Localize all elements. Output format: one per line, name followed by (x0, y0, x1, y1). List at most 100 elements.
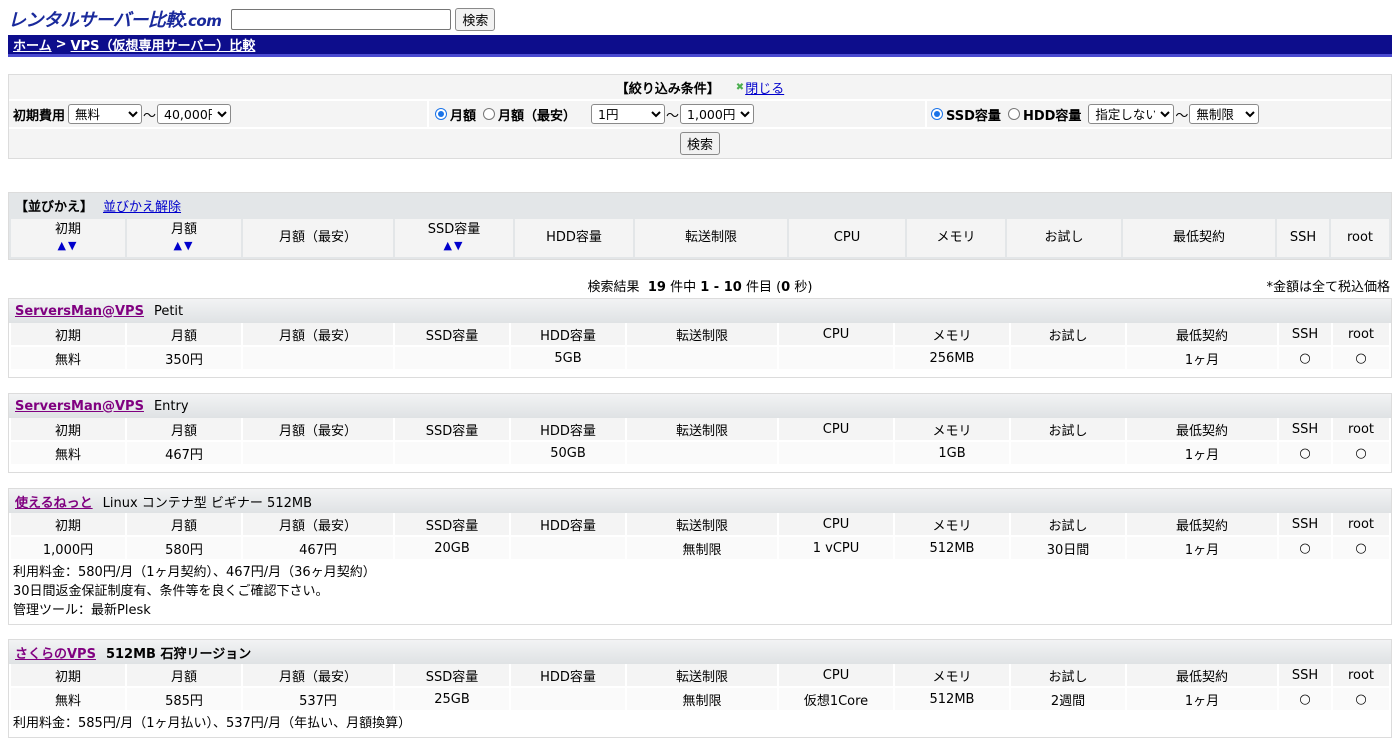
server-card-header: ServersMan@VPS Petit (9, 299, 1391, 323)
spec-value-cell (1011, 347, 1125, 369)
filter-title: 【絞り込み条件】 (615, 81, 720, 97)
spec-value-cell: 無料 (11, 442, 125, 464)
spec-header-cell: HDD容量 (511, 323, 625, 345)
card-padding (9, 371, 1391, 377)
spec-value-cell: 537円 (243, 688, 393, 710)
spec-value-cell: 25GB (395, 688, 509, 710)
spec-value-cell: 無料 (11, 688, 125, 710)
spec-header-cell: 初期 (11, 513, 125, 535)
ssd-radio[interactable] (931, 108, 943, 120)
spec-header-cell: 転送制限 (627, 664, 777, 686)
monthly-min-radio[interactable] (483, 108, 496, 120)
spec-header-cell: root (1333, 664, 1389, 686)
spec-value-cell: 350円 (127, 347, 241, 369)
spec-header-cell: CPU (779, 513, 893, 535)
server-name-link[interactable]: ServersMan@VPS (15, 399, 144, 414)
spec-header-cell: 最低契約 (1127, 418, 1277, 440)
spec-value-cell (395, 442, 509, 464)
initial-cost-max-select[interactable]: 40,000円 (157, 104, 232, 124)
result-seconds: 0 (781, 280, 791, 295)
sort-col-root: root (1331, 219, 1389, 257)
initial-cost-min-select[interactable]: 無料 (68, 104, 143, 124)
spec-value-cell: 1GB (895, 442, 1009, 464)
spec-header-cell: 初期 (11, 664, 125, 686)
filter-search-button[interactable]: 検索 (679, 132, 720, 155)
spec-header-cell: HDD容量 (511, 418, 625, 440)
server-name-link[interactable]: 使えるねっと (15, 492, 93, 511)
spec-value-cell (243, 442, 393, 464)
spec-value-cell: 512MB (895, 688, 1009, 710)
spec-header-cell: SSH (1279, 664, 1331, 686)
sort-arrows-icon[interactable]: ▲▼ (395, 238, 513, 254)
search-button[interactable]: 検索 (455, 7, 496, 31)
breadcrumb-home-link[interactable]: ホーム (13, 35, 52, 54)
spec-value-cell (511, 537, 625, 559)
ssd-radio-label: SSD容量 (946, 108, 1001, 124)
server-note-line: 利用料金：585円/月（1ヶ月払い）、537円/月（年払い、月額換算） (13, 716, 412, 731)
spec-header-cell: 転送制限 (627, 513, 777, 535)
spec-value-cell: 無料 (11, 347, 125, 369)
server-notes: 利用料金：585円/月（1ヶ月払い）、537円/月（年払い、月額換算） (9, 712, 1391, 737)
spec-value-cell: 1ヶ月 (1127, 442, 1277, 464)
close-icon: ✖ (735, 81, 745, 93)
spec-value-cell (1011, 442, 1125, 464)
sort-col-monthly: 月額 ▲▼ (127, 219, 241, 257)
server-spec-table: 初期 月額 月額（最安） SSD容量 HDD容量 転送制限 CPU メモリ お試し 最低契約 SSH… (9, 416, 1391, 466)
capacity-max-select[interactable]: 無制限 (1189, 104, 1260, 124)
spec-header-cell: メモリ (895, 323, 1009, 345)
server-note-line: 30日間返金保証制度有、条件等を良くご確認下さい。 (13, 584, 329, 599)
server-plan-name: Linux コンテナ型 ビギナー 512MB (102, 495, 312, 511)
server-plan-name: Petit (153, 303, 184, 319)
spec-value-cell: 1ヶ月 (1127, 688, 1277, 710)
spec-value-cell: 20GB (395, 537, 509, 559)
sort-title: 【並びかえ】 (15, 199, 94, 215)
spec-value-cell: 30日間 (1011, 537, 1125, 559)
spec-header-cell: SSD容量 (395, 418, 509, 440)
spec-header-cell: SSD容量 (395, 323, 509, 345)
site-header: レンタルサーバー比較.com 検索 (8, 6, 496, 32)
spec-header-cell: お試し (1011, 664, 1125, 686)
spec-value-cell: ○ (1333, 442, 1389, 464)
monthly-max-select[interactable]: 1,000円 (680, 104, 755, 124)
spec-value-cell: 1ヶ月 (1127, 347, 1277, 369)
spec-header-cell: 転送制限 (627, 323, 777, 345)
spec-value-cell: 1ヶ月 (1127, 537, 1277, 559)
spec-header-cell: root (1333, 323, 1389, 345)
spec-value-cell: 5GB (511, 347, 625, 369)
server-spec-table: 初期 月額 月額（最安） SSD容量 HDD容量 転送制限 CPU メモリ お試し 最低契約 SSH… (9, 662, 1391, 712)
tax-note: *金額は全て税込価格 (1266, 280, 1390, 295)
breadcrumb-current-link[interactable]: VPS（仮想専用サーバー）比較 (71, 35, 256, 54)
spec-value-cell: 2週間 (1011, 688, 1125, 710)
sort-table: 初期 ▲▼ 月額 ▲▼ 月額（最安） SSD容量 ▲▼ HDD容量 転送制限 CPU … (9, 217, 1391, 259)
spec-header-cell: 最低契約 (1127, 664, 1277, 686)
spec-value-cell (779, 347, 893, 369)
sort-arrows-icon[interactable]: ▲▼ (127, 238, 241, 254)
filter-close-link[interactable]: 閉じる (745, 78, 784, 97)
spec-value-cell: 無制限 (627, 537, 777, 559)
server-spec-table: 初期 月額 月額（最安） SSD容量 HDD容量 転送制限 CPU メモリ お試し 最低契約 SSH… (9, 511, 1391, 561)
monthly-radio-label: 月額 (450, 108, 477, 124)
spec-value-cell: 467円 (243, 537, 393, 559)
spec-value-cell (627, 347, 777, 369)
server-note-line: 管理ツール：最新Plesk (13, 603, 151, 618)
site-logo[interactable]: レンタルサーバー比較.com (8, 6, 222, 32)
spec-value-cell: ○ (1279, 347, 1331, 369)
spec-value-cell (511, 688, 625, 710)
server-card: ServersMan@VPS Petit 初期 月額 月額（最安） SSD容量 HDD容量転… (8, 298, 1392, 378)
server-name-link[interactable]: さくらのVPS (15, 643, 96, 662)
search-input[interactable] (231, 8, 452, 30)
monthly-radio[interactable] (435, 108, 447, 120)
filter-close[interactable]: ✖ 閉じる (736, 78, 784, 97)
server-name-link[interactable]: ServersMan@VPS (15, 304, 144, 319)
capacity-min-select[interactable]: 指定しない (1088, 104, 1175, 124)
sort-arrows-icon[interactable]: ▲▼ (11, 238, 125, 254)
sort-reset-link[interactable]: 並びかえ解除 (103, 196, 181, 215)
breadcrumb: ホーム > VPS（仮想専用サーバー）比較 (8, 35, 1392, 57)
spec-header-cell: お試し (1011, 513, 1125, 535)
hdd-radio[interactable] (1007, 108, 1020, 120)
server-spec-table: 初期 月額 月額（最安） SSD容量 HDD容量 転送制限 CPU メモリ お試し 最低契約 SSH… (9, 321, 1391, 371)
initial-cost-label: 初期費用 (13, 108, 66, 124)
spec-header-cell: root (1333, 513, 1389, 535)
monthly-min-select[interactable]: 1円 (591, 104, 666, 124)
spec-value-cell: ○ (1279, 537, 1331, 559)
